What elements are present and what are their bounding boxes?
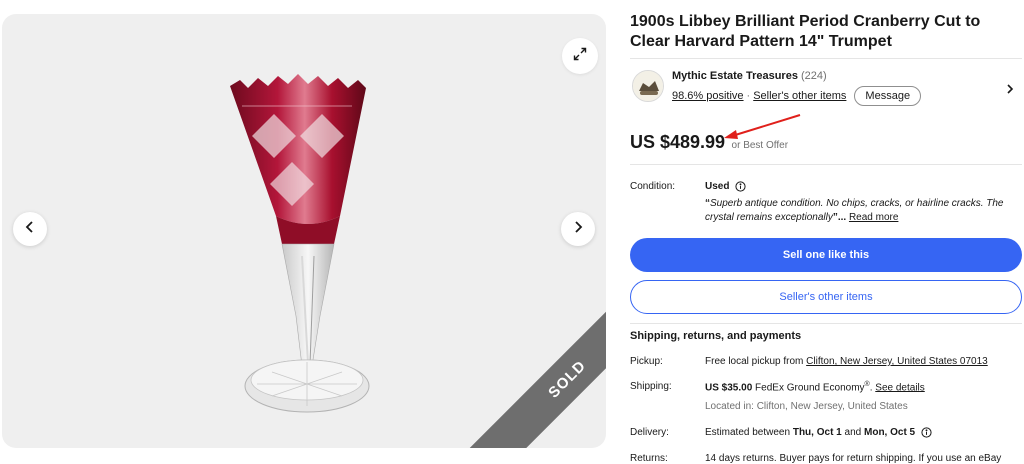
pickup-value: Free local pickup from Clifton, New Jers… <box>705 356 988 367</box>
sold-banner: SOLD <box>468 280 606 448</box>
delivery-label: Delivery: <box>630 427 669 438</box>
divider <box>630 323 1022 324</box>
delivery-and: and <box>844 427 862 438</box>
seller-name[interactable]: Mythic Estate Treasures <box>672 70 798 82</box>
delivery-value: Estimated between Thu, Oct 1 and Mon, Oc… <box>705 427 932 438</box>
seller-avatar[interactable] <box>632 70 664 102</box>
seller-feedback-count: (224) <box>801 70 827 82</box>
expand-icon <box>572 46 588 67</box>
located-in: Located in: Clifton, New Jersey, United … <box>705 401 908 412</box>
delivery-text: Estimated between <box>705 427 791 438</box>
shipping-label: Shipping: <box>630 381 672 392</box>
pickup-text: Free local pickup from <box>705 356 804 367</box>
seller-name-row[interactable]: Mythic Estate Treasures (224) <box>672 70 827 82</box>
seller-feedback-link[interactable]: 98.6% positive <box>672 90 744 102</box>
info-icon[interactable] <box>921 427 932 438</box>
separator: · <box>746 90 751 102</box>
annotation-arrow <box>724 114 801 139</box>
condition-label: Condition: <box>630 181 676 192</box>
returns-value: 14 days returns. Buyer pays for return s… <box>705 453 1002 464</box>
divider <box>630 58 1022 59</box>
message-button[interactable]: Message <box>854 86 922 106</box>
shipping-price: US $35.00 <box>705 382 753 394</box>
quote-close: ”... <box>832 212 847 223</box>
seller-other-items-link[interactable]: Seller's other items <box>753 90 846 102</box>
condition-value-row: Used <box>705 181 747 192</box>
seller-card[interactable]: Mythic Estate Treasures (224) 98.6% posi… <box>630 68 1022 118</box>
previous-image-button[interactable] <box>13 212 47 246</box>
image-gallery[interactable]: SOLD <box>2 14 606 448</box>
seller-meta: 98.6% positive · Seller's other items Me… <box>672 86 922 106</box>
condition-description: “Superb antique condition. No chips, cra… <box>705 197 1017 225</box>
product-image[interactable] <box>212 66 382 430</box>
shipping-heading: Shipping, returns, and payments <box>630 330 802 342</box>
listing-details: 1900s Libbey Brilliant Period Cranberry … <box>630 12 1022 464</box>
shipping-value: US $35.00 FedEx Ground Economy®. See det… <box>705 381 925 393</box>
chevron-right-icon <box>571 220 585 239</box>
condition-value: Used <box>705 181 730 192</box>
shipping-service: FedEx Ground Economy <box>755 382 865 394</box>
info-icon[interactable] <box>735 181 747 192</box>
delivery-end: Mon, Oct 5 <box>864 427 916 438</box>
sell-one-like-this-button[interactable]: Sell one like this <box>630 238 1022 272</box>
listing-title: 1900s Libbey Brilliant Period Cranberry … <box>630 13 981 50</box>
read-more-link[interactable]: Read more <box>849 212 898 223</box>
chevron-right-icon[interactable] <box>1004 82 1016 100</box>
divider <box>630 164 1022 165</box>
next-image-button[interactable] <box>561 212 595 246</box>
see-details-link[interactable]: See details <box>875 382 924 393</box>
pickup-label: Pickup: <box>630 356 663 367</box>
best-offer-label: or Best Offer <box>731 140 789 151</box>
pickup-location-link[interactable]: Clifton, New Jersey, United States 07013 <box>806 356 988 367</box>
expand-button[interactable] <box>562 38 598 74</box>
chevron-left-icon <box>23 220 37 239</box>
delivery-start: Thu, Oct 1 <box>792 427 842 438</box>
price: US $489.99 <box>630 132 726 152</box>
returns-label: Returns: <box>630 453 668 464</box>
shipping-period: . <box>869 382 873 394</box>
sellers-other-items-button[interactable]: Seller's other items <box>630 280 1022 314</box>
